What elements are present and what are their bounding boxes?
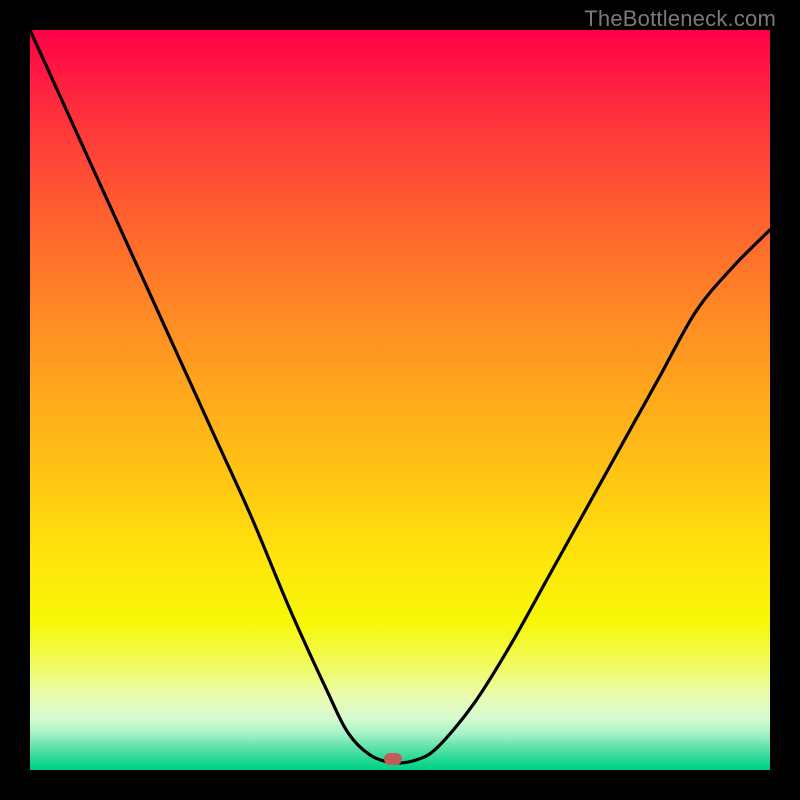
- watermark-text: TheBottleneck.com: [584, 6, 776, 32]
- curve-path: [30, 30, 770, 763]
- bottleneck-curve: [30, 30, 770, 770]
- plot-area: [30, 30, 770, 770]
- chart-frame: TheBottleneck.com: [0, 0, 800, 800]
- optimum-marker: [384, 753, 402, 765]
